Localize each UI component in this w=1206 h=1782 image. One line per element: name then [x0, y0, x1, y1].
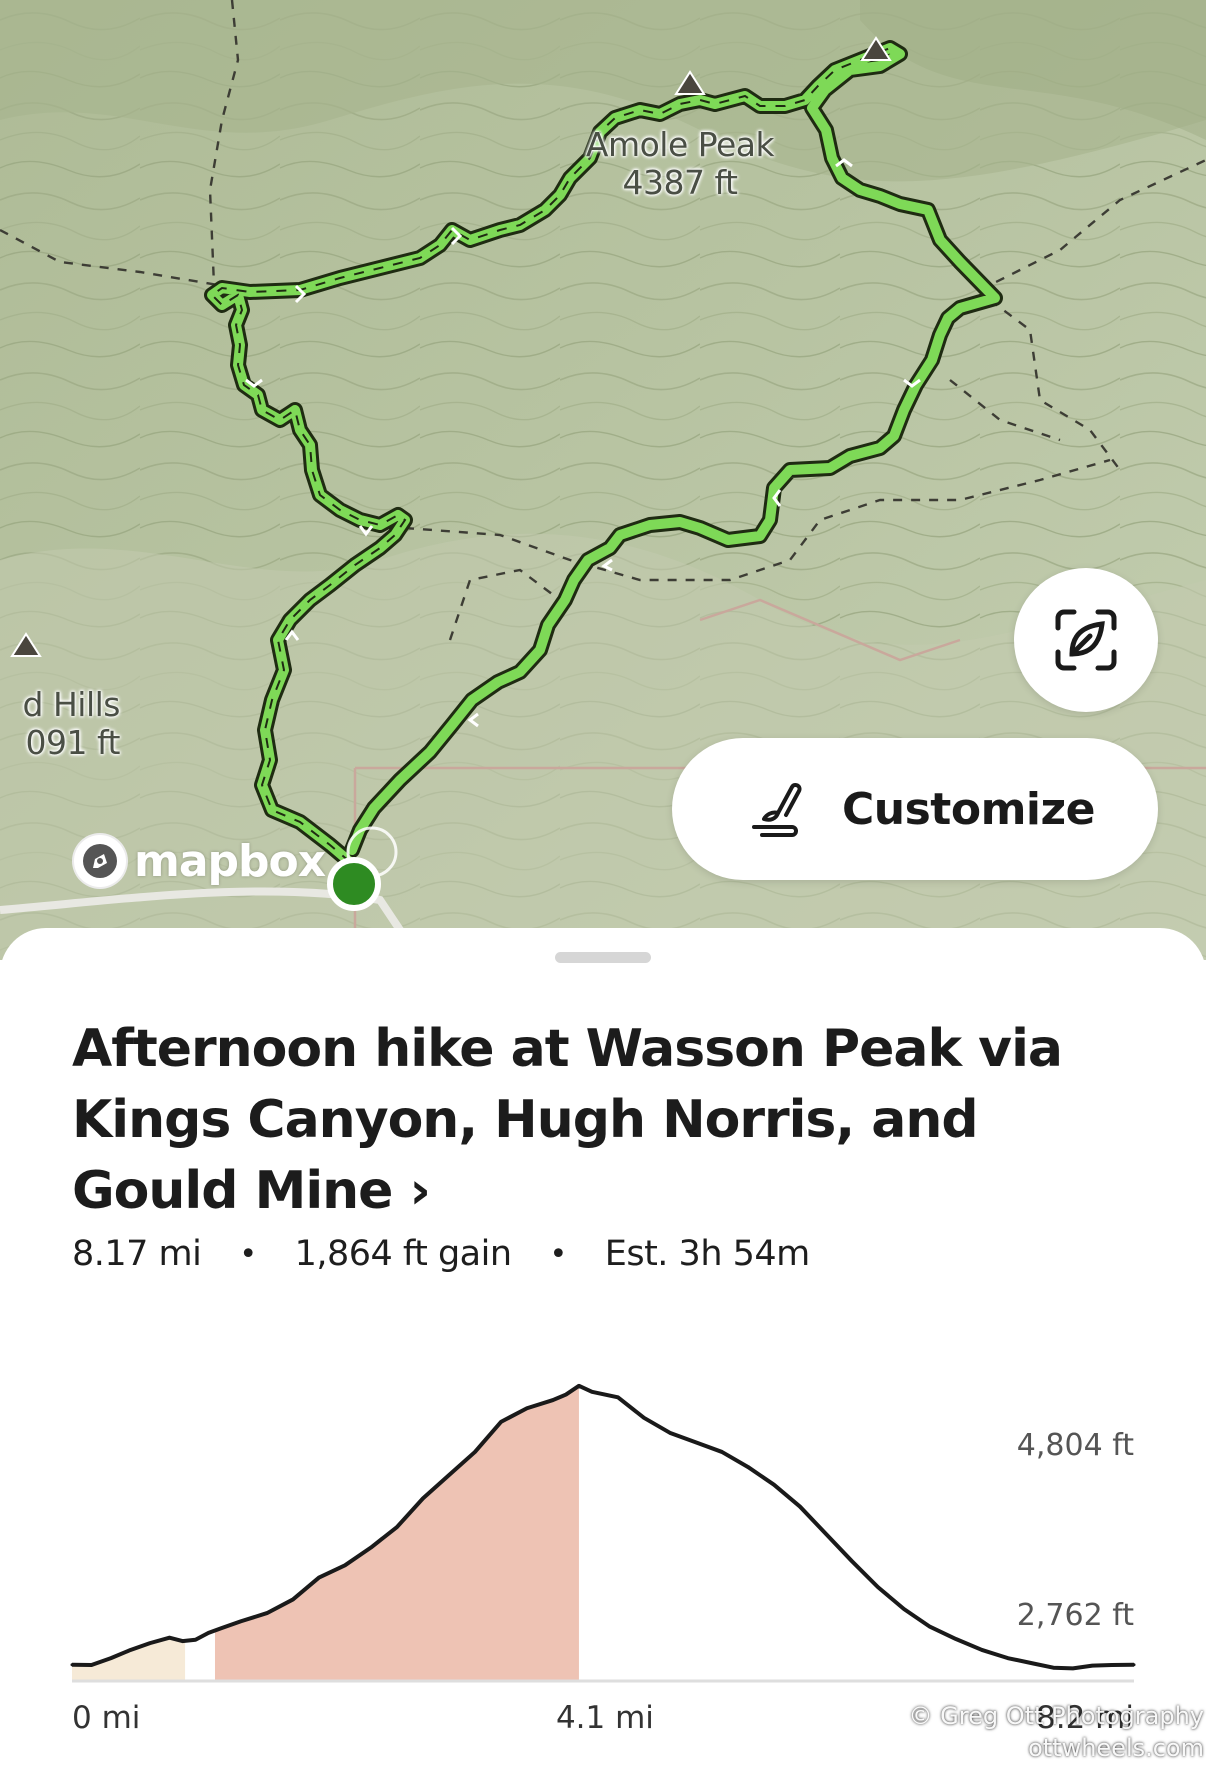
- stat-separator: •: [239, 1236, 257, 1272]
- activity-title[interactable]: Afternoon hike at Wasson Peak via Kings …: [72, 1014, 1082, 1227]
- photographer-watermark: © Greg Ott Photography ottwheels.com: [909, 1700, 1204, 1764]
- mapbox-attribution[interactable]: mapbox: [72, 832, 326, 890]
- x-tick-label-mid: 4.1 mi: [555, 1700, 654, 1736]
- peak-label-hills: d Hills 091 ft: [0, 685, 121, 762]
- distance-stat: 8.17 mi: [72, 1234, 202, 1274]
- peak-elevation: 091 ft: [25, 722, 121, 762]
- watermark-line-2: ottwheels.com: [1028, 1734, 1204, 1762]
- estimated-time-stat: Est. 3h 54m: [604, 1234, 811, 1274]
- mapbox-wordmark: mapbox: [134, 835, 326, 887]
- peak-label-amole: Amole Peak 4387 ft: [560, 126, 800, 202]
- customize-label: Customize: [842, 783, 1095, 835]
- start-marker-icon[interactable]: [327, 857, 381, 911]
- sheet-grabber[interactable]: [555, 952, 651, 963]
- brush-icon: [752, 783, 802, 837]
- activity-sheet: Afternoon hike at Wasson Peak via Kings …: [0, 928, 1206, 1782]
- screen: Amole Peak 4387 ft d Hills 091 ft mapbox: [0, 0, 1206, 1782]
- recenter-button[interactable]: [1014, 568, 1158, 712]
- peak-name: Amole Peak: [585, 125, 775, 164]
- activity-stats: 8.17 mi • 1,864 ft gain • Est. 3h 54m: [72, 1234, 810, 1274]
- mapbox-logo-icon: [72, 833, 128, 889]
- y-tick-label-min: 2,762 ft: [1016, 1598, 1134, 1633]
- y-tick-label-max: 4,804 ft: [1016, 1428, 1134, 1463]
- watermark-line-1: © Greg Ott Photography: [908, 1702, 1204, 1730]
- map-view[interactable]: Amole Peak 4387 ft d Hills 091 ft mapbox: [0, 0, 1206, 960]
- peak-name: d Hills: [22, 685, 121, 724]
- recenter-icon: [1055, 609, 1117, 671]
- stat-separator: •: [549, 1236, 568, 1272]
- customize-button[interactable]: Customize: [672, 738, 1158, 880]
- elevation-gain-stat: 1,864 ft gain: [294, 1234, 512, 1274]
- x-tick-label-start: 0 mi: [72, 1700, 141, 1736]
- peak-elevation: 4387 ft: [622, 162, 738, 202]
